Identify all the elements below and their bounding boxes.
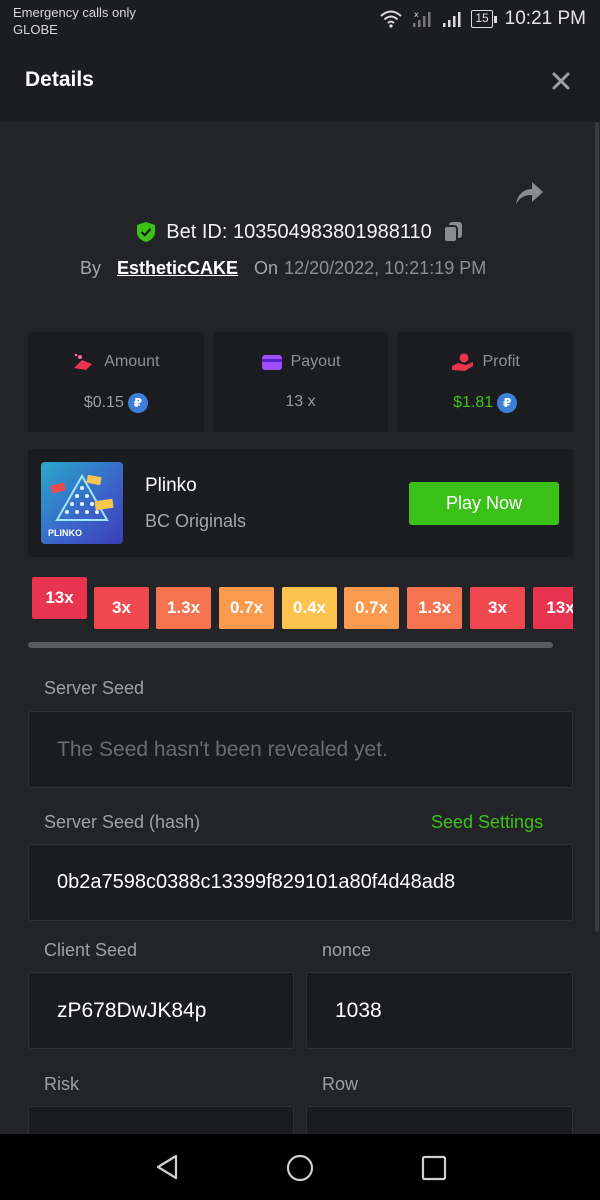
home-icon[interactable] <box>284 1152 316 1184</box>
carrier-info: Emergency calls only GLOBE <box>13 4 136 38</box>
nonce-field[interactable]: 1038 <box>306 972 573 1049</box>
profit-card: Profit $1.81 ₽ <box>397 332 574 432</box>
payout-label: Payout <box>290 353 341 370</box>
client-seed-label: Client Seed <box>44 940 138 960</box>
amount-icon <box>74 353 93 370</box>
bet-date: 12/20/2022, 10:21:19 PM <box>284 258 487 278</box>
multiplier-chip: 3x <box>94 587 149 629</box>
bet-author-row: By EstheticCAKE On 12/20/2022, 10:21:19 … <box>80 258 486 279</box>
server-hash-field[interactable]: 0b2a7598c0388c13399f829101a80f4d48ad8 <box>28 844 573 921</box>
by-label: By <box>80 258 102 278</box>
game-card: PLINKO Plinko BC Originals Play Now <box>28 449 573 557</box>
svg-text:x: x <box>414 10 419 19</box>
multiplier-chip: 0.7x <box>219 587 274 629</box>
amount-value: $0.15 <box>83 394 124 411</box>
multiplier-chip: 3x <box>470 587 525 629</box>
amount-label: Amount <box>104 353 160 370</box>
battery-icon: 15 <box>471 10 497 28</box>
plinko-thumb-label: PLINKO <box>48 528 83 538</box>
payout-card: Payout 13 x <box>212 332 389 432</box>
carrier-name: GLOBE <box>13 22 58 37</box>
battery-level: 15 <box>471 10 493 28</box>
back-icon[interactable] <box>152 1153 182 1181</box>
multiplier-chip: 1.3x <box>156 587 211 629</box>
profit-hand-icon <box>451 353 473 371</box>
row-label: Row <box>322 1074 359 1094</box>
page-title: Details <box>25 68 94 91</box>
risk-label: Risk <box>44 1074 79 1094</box>
server-hash-label: Server Seed (hash) <box>44 812 201 832</box>
user-link[interactable]: EstheticCAKE <box>117 258 238 279</box>
multiplier-chip: 13x <box>32 577 87 619</box>
payout-value: 13 x <box>285 393 316 410</box>
profit-value: $1.81 <box>453 394 494 411</box>
plinko-thumbnail[interactable]: PLINKO <box>41 462 123 544</box>
bet-stats: Amount $0.15 ₽ Payout 13 x Profit $1.81 … <box>28 332 574 432</box>
coin-icon: ₽ <box>127 393 148 413</box>
server-seed-field: The Seed hasn't been revealed yet. <box>28 711 573 788</box>
wifi-icon <box>380 10 402 28</box>
clock: 10:21 PM <box>504 8 586 29</box>
multiplier-chip: 0.7x <box>344 587 399 629</box>
recents-icon[interactable] <box>420 1154 448 1182</box>
status-bar: Emergency calls only GLOBE x 15 10:21 PM <box>0 0 600 40</box>
multiplier-chip: 0.4x <box>282 587 337 629</box>
signal-icon <box>443 12 461 27</box>
multiplier-scroll-track[interactable] <box>28 642 553 648</box>
coin-icon: ₽ <box>497 393 518 413</box>
verified-shield-icon <box>137 222 156 242</box>
seed-settings-link[interactable]: Seed Settings <box>431 812 543 833</box>
system-nav-bar <box>0 1134 600 1200</box>
server-seed-label: Server Seed <box>44 678 145 698</box>
client-seed-field[interactable]: zP678DwJK84p <box>28 972 294 1049</box>
copy-icon[interactable] <box>442 220 464 244</box>
bet-id-text: Bet ID: 103504983801988110 <box>166 220 432 243</box>
amount-card: Amount $0.15 ₽ <box>28 332 204 432</box>
bet-id-row: Bet ID: 103504983801988110 <box>0 220 600 244</box>
status-icons: x 15 10:21 PM <box>379 8 586 30</box>
game-provider: BC Originals <box>145 511 247 531</box>
details-content[interactable]: Bet ID: 103504983801988110 By EstheticCA… <box>0 122 600 1134</box>
game-name: Plinko <box>145 475 197 496</box>
multiplier-chip: 13x <box>533 587 573 629</box>
multiplier-chip: 1.3x <box>407 587 462 629</box>
share-icon[interactable] <box>513 179 545 207</box>
wallet-icon <box>261 355 282 370</box>
emergency-text: Emergency calls only <box>13 5 136 20</box>
on-label: On <box>254 258 279 278</box>
close-icon[interactable] <box>548 68 574 94</box>
play-now-button[interactable]: Play Now <box>409 482 559 525</box>
profit-label: Profit <box>482 353 520 370</box>
row-field[interactable] <box>306 1106 573 1134</box>
details-header: Details <box>0 40 600 122</box>
multiplier-row: 13x 3x 1.3x 0.7x 0.4x 0.7x 1.3x 3x 13x <box>28 577 573 637</box>
signal-off-icon: x <box>413 10 431 27</box>
risk-field[interactable] <box>28 1106 294 1134</box>
nonce-label: nonce <box>322 940 372 960</box>
